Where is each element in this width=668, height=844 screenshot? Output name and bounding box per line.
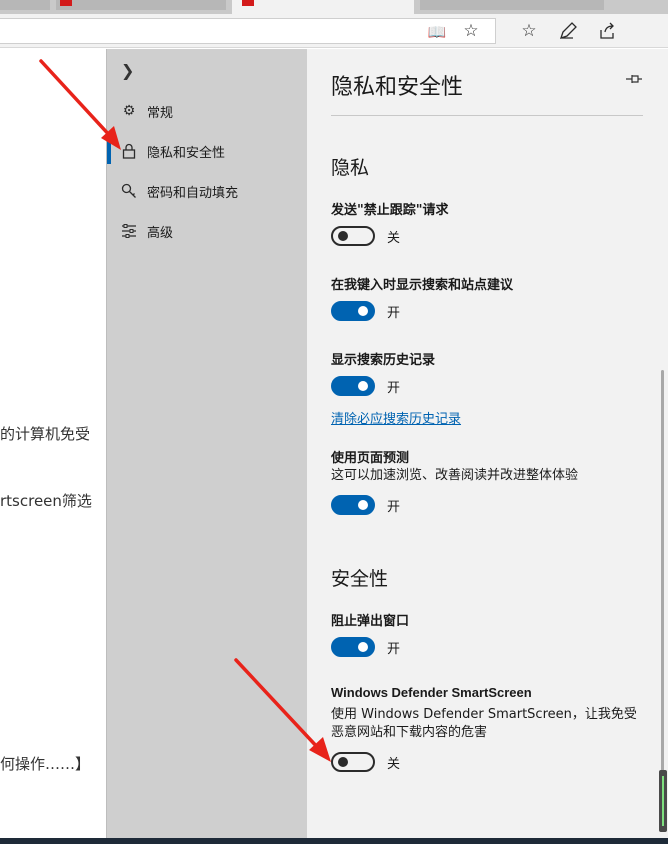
settings-nav-pane: ❯ ⚙ 常规 隐私和安全性 密码和自动填充 高级 — [106, 49, 307, 844]
toggle-search-suggestions[interactable]: 开 — [331, 301, 400, 321]
toggle-switch[interactable] — [331, 301, 375, 321]
setting-label-page-prediction: 使用页面预测 — [331, 451, 410, 466]
toggle-state-label: 开 — [387, 499, 401, 515]
toggle-switch[interactable] — [331, 637, 375, 657]
browser-tab[interactable] — [0, 0, 50, 10]
web-page-content: 的计算机免受 rtscreen筛选 何操作……】 — [0, 49, 106, 844]
nav-item-advanced[interactable]: 高级 — [107, 214, 308, 248]
nav-item-general[interactable]: ⚙ 常规 — [107, 94, 308, 128]
key-icon — [119, 181, 139, 201]
volume-meter-icon — [659, 770, 667, 832]
toggle-knob — [338, 231, 348, 241]
tab-favicon-icon — [242, 0, 254, 6]
nav-item-passwords[interactable]: 密码和自动填充 — [107, 174, 308, 208]
toggle-switch[interactable] — [331, 376, 375, 396]
browser-tab[interactable] — [56, 0, 226, 10]
tab-favicon-icon — [60, 0, 72, 6]
nav-item-label: 常规 — [147, 105, 174, 121]
toggle-do-not-track[interactable]: 关 — [331, 226, 400, 246]
nav-item-label: 隐私和安全性 — [147, 145, 226, 161]
browser-toolbar: 📖 ☆ ☆ — [0, 14, 668, 48]
toggle-knob — [358, 381, 368, 391]
toggle-smartscreen[interactable]: 关 — [331, 752, 400, 772]
pin-icon[interactable] — [625, 73, 643, 89]
favorites-list-icon[interactable]: ☆ — [518, 20, 540, 42]
page-text-line: rtscreen筛选 — [0, 492, 92, 510]
toggle-switch[interactable] — [331, 226, 375, 246]
pane-scrollbar[interactable] — [661, 370, 664, 830]
toggle-knob — [358, 500, 368, 510]
toggle-state-label: 关 — [387, 756, 401, 772]
setting-label-smartscreen: Windows Defender SmartScreen — [331, 685, 532, 700]
toggle-page-prediction[interactable]: 开 — [331, 495, 400, 515]
tab-strip — [0, 0, 668, 14]
toggle-state-label: 关 — [387, 230, 401, 246]
chevron-right-icon[interactable]: ❯ — [121, 61, 134, 80]
setting-label-block-popups: 阻止弹出窗口 — [331, 614, 410, 629]
setting-label-search-suggestions: 在我键入时显示搜索和站点建议 — [331, 278, 514, 293]
toggle-block-popups[interactable]: 开 — [331, 637, 400, 657]
favorite-star-icon[interactable]: ☆ — [460, 20, 482, 42]
clear-bing-history-link[interactable]: 清除必应搜索历史记录 — [331, 408, 461, 427]
nav-item-label: 高级 — [147, 225, 174, 241]
gear-icon: ⚙ — [122, 103, 136, 119]
toggle-state-label: 开 — [387, 380, 401, 396]
section-heading-privacy: 隐私 — [331, 157, 370, 179]
nav-item-privacy-security[interactable]: 隐私和安全性 — [107, 134, 308, 168]
section-heading-security: 安全性 — [331, 568, 389, 590]
toggle-state-label: 开 — [387, 641, 401, 657]
browser-tab[interactable] — [420, 0, 604, 10]
settings-pane: 隐私和安全性 隐私 发送"禁止跟踪"请求 关 在我键入时显示搜索和站点建议 开 … — [307, 49, 668, 844]
nav-item-label: 密码和自动填充 — [147, 185, 239, 201]
pane-title: 隐私和安全性 — [331, 75, 464, 100]
toggle-switch[interactable] — [331, 752, 375, 772]
pen-icon[interactable] — [557, 20, 579, 42]
setting-label-do-not-track: 发送"禁止跟踪"请求 — [331, 203, 449, 218]
page-text-line: 何操作……】 — [0, 755, 91, 773]
setting-description: 这可以加速浏览、改善阅读并改进整体体验 — [331, 468, 579, 483]
share-icon[interactable] — [596, 20, 618, 42]
divider — [331, 115, 643, 116]
page-text-line: 的计算机免受 — [0, 425, 91, 443]
toggle-knob — [358, 306, 368, 316]
toggle-knob — [358, 642, 368, 652]
sliders-icon — [119, 221, 139, 241]
toggle-search-history[interactable]: 开 — [331, 376, 400, 396]
lock-icon — [119, 141, 139, 161]
toggle-switch[interactable] — [331, 495, 375, 515]
reading-view-icon[interactable]: 📖 — [426, 21, 448, 43]
setting-description: 使用 Windows Defender SmartScreen，让我免受恶意网站… — [331, 707, 637, 740]
browser-tab-active[interactable] — [232, 0, 414, 14]
toggle-state-label: 开 — [387, 305, 401, 321]
toggle-knob — [338, 757, 348, 767]
setting-label-search-history: 显示搜索历史记录 — [331, 353, 436, 368]
taskbar-edge — [0, 838, 668, 844]
address-bar[interactable]: 📖 ☆ — [0, 18, 496, 44]
